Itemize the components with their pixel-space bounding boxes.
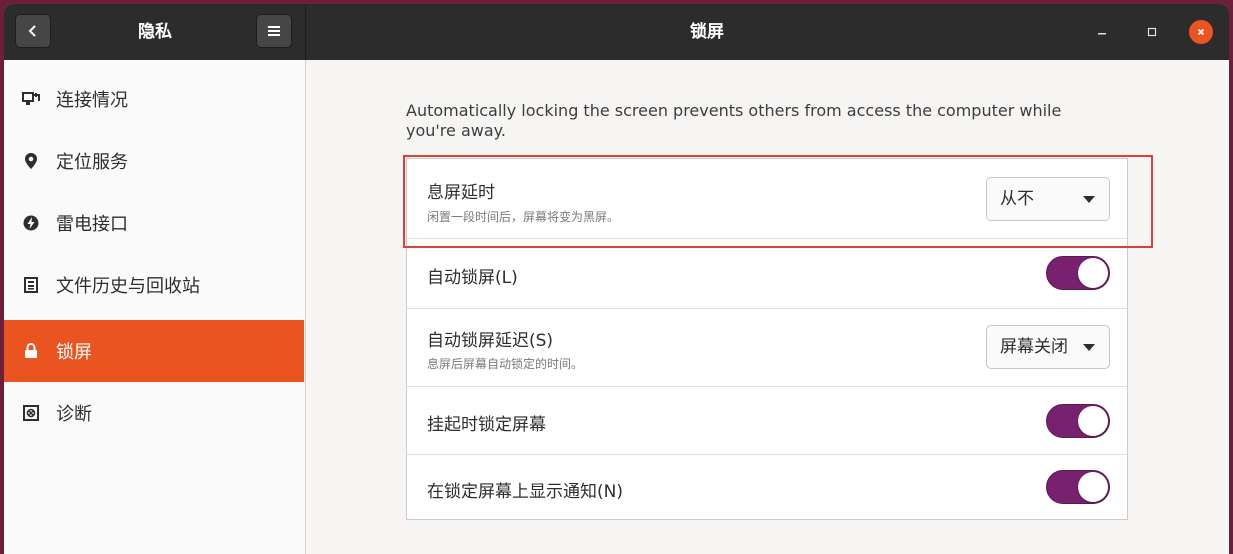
minimize-icon: [1098, 33, 1106, 35]
row-subtitle: 息屏后屏幕自动锁定的时间。: [427, 357, 584, 371]
close-button[interactable]: [1189, 20, 1213, 44]
auto-lock-toggle[interactable]: [1046, 256, 1110, 290]
dropdown-value: 屏幕关闭: [1000, 337, 1068, 357]
sidebar-item-label: 连接情况: [56, 90, 128, 111]
sidebar-item-file-history[interactable]: 文件历史与回收站: [4, 254, 304, 316]
lock-on-suspend-row: 挂起时锁定屏幕: [407, 387, 1127, 455]
sidebar-item-connectivity[interactable]: 连接情况: [4, 68, 304, 130]
page-title: 锁屏: [690, 22, 724, 42]
sidebar-item-label: 文件历史与回收站: [56, 276, 200, 297]
sidebar-item-label: 定位服务: [56, 152, 128, 173]
row-label: 自动锁屏(L): [427, 268, 518, 288]
page-description: Automatically locking the screen prevent…: [406, 101, 1062, 140]
auto-lock-delay-dropdown[interactable]: 屏幕关闭: [986, 325, 1110, 369]
sidebar-item-diagnostics[interactable]: 诊断: [4, 382, 304, 444]
auto-lock-delay-row: 自动锁屏延迟(S) 息屏后屏幕自动锁定的时间。 屏幕关闭: [407, 309, 1127, 387]
location-pin-icon: [22, 152, 40, 170]
sidebar-item-label: 诊断: [56, 404, 92, 425]
chevron-left-icon: [28, 25, 36, 37]
row-subtitle: 闲置一段时间后，屏幕将变为黑屏。: [427, 210, 620, 224]
network-icon: [22, 90, 40, 108]
sidebar-title: 隐私: [138, 22, 172, 42]
dropdown-value: 从不: [1000, 189, 1034, 209]
blank-screen-delay-dropdown[interactable]: 从不: [986, 177, 1110, 221]
auto-lock-row: 自动锁屏(L): [407, 239, 1127, 309]
menu-button[interactable]: [256, 14, 292, 48]
dropdown-arrow-icon: [1083, 344, 1095, 351]
lock-icon: [22, 342, 40, 360]
toggle-knob: [1078, 472, 1108, 502]
toggle-knob: [1078, 406, 1108, 436]
row-label: 自动锁屏延迟(S): [427, 331, 554, 351]
sidebar-item-screen-lock[interactable]: 锁屏: [4, 320, 304, 382]
sidebar-item-label: 锁屏: [56, 342, 92, 363]
header-bar: 隐私 锁屏: [4, 4, 1229, 60]
blank-screen-delay-row: 息屏延时 闲置一段时间后，屏幕将变为黑屏。 从不: [407, 159, 1127, 239]
show-notifications-toggle[interactable]: [1046, 470, 1110, 504]
back-button[interactable]: [15, 14, 51, 48]
settings-window: 隐私 锁屏 连接情况 定位服务 雷电接口 文件历史与回收站 锁屏 诊断 Auto…: [4, 4, 1229, 554]
sidebar-header: 隐私: [4, 4, 306, 60]
toggle-knob: [1078, 258, 1108, 288]
close-icon: [1197, 28, 1205, 36]
maximize-icon: [1147, 27, 1157, 37]
sidebar-item-label: 雷电接口: [56, 214, 128, 235]
row-label: 挂起时锁定屏幕: [427, 415, 546, 435]
row-label: 息屏延时: [427, 183, 495, 203]
row-label: 在锁定屏幕上显示通知(N): [427, 482, 623, 502]
sidebar: 连接情况 定位服务 雷电接口 文件历史与回收站 锁屏 诊断: [4, 60, 306, 554]
thunderbolt-icon: [22, 214, 40, 232]
dropdown-arrow-icon: [1083, 196, 1095, 203]
maximize-button[interactable]: [1140, 20, 1164, 44]
sidebar-item-location[interactable]: 定位服务: [4, 130, 304, 192]
minimize-button[interactable]: [1090, 20, 1114, 44]
sidebar-item-thunderbolt[interactable]: 雷电接口: [4, 192, 304, 254]
diagnostics-icon: [22, 404, 40, 422]
lock-on-suspend-toggle[interactable]: [1046, 404, 1110, 438]
show-notifications-row: 在锁定屏幕上显示通知(N): [407, 455, 1127, 519]
file-history-icon: [22, 276, 40, 294]
settings-panel: 息屏延时 闲置一段时间后，屏幕将变为黑屏。 从不 自动锁屏(L) 自动锁屏延迟(…: [406, 158, 1128, 520]
hamburger-icon: [268, 26, 280, 36]
